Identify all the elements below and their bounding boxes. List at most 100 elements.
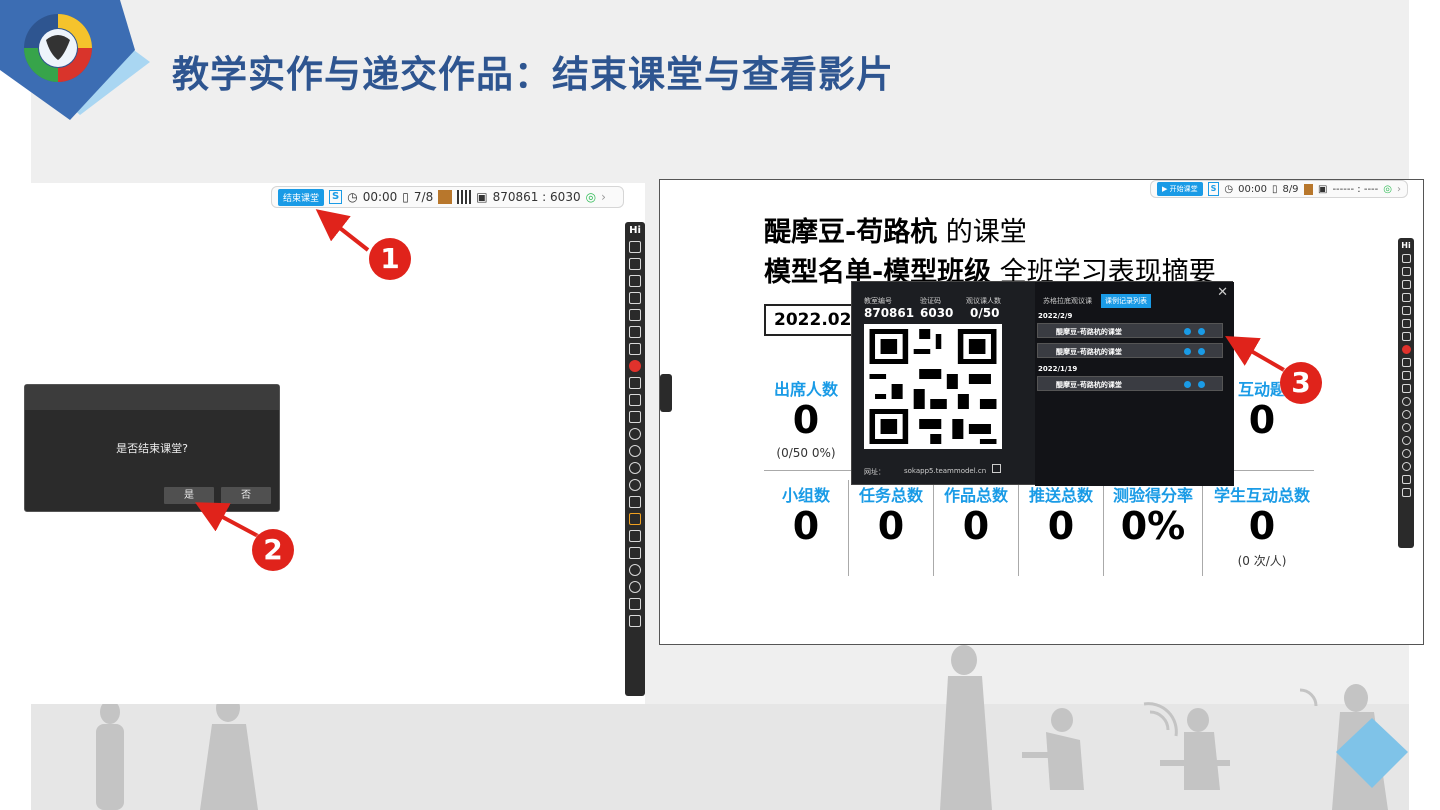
pointer-icon[interactable] xyxy=(1401,254,1411,263)
step-badge-1: 1 xyxy=(369,238,411,280)
copy-icon[interactable] xyxy=(992,464,1001,473)
side-toolbar: Hi xyxy=(1398,238,1414,548)
fill-icon[interactable] xyxy=(629,343,641,355)
screenshot-icon[interactable] xyxy=(629,377,641,389)
s-logo-icon[interactable]: S xyxy=(1207,182,1220,196)
no-button[interactable]: 否 xyxy=(221,487,271,504)
clock-icon: ◷ xyxy=(347,190,358,204)
search-icon[interactable] xyxy=(1401,436,1411,445)
url-label: 网址： xyxy=(864,468,885,476)
shape-icon[interactable] xyxy=(1401,267,1411,276)
trash-icon[interactable] xyxy=(1401,384,1411,393)
check-icon xyxy=(1184,328,1191,335)
student-interaction-sub: (0 次/人) xyxy=(1237,554,1287,568)
tab-records[interactable]: 课例记录列表 xyxy=(1101,294,1151,308)
user-icon[interactable] xyxy=(1401,449,1411,458)
image-icon[interactable] xyxy=(1401,475,1411,484)
chevron-down-icon[interactable] xyxy=(629,462,641,474)
slide-title: 教学实作与递交作品：结束课堂与查看影片 xyxy=(172,53,894,96)
s-logo-icon[interactable]: S xyxy=(329,190,343,204)
chevron-down-icon[interactable] xyxy=(1401,423,1411,432)
upload-icon[interactable] xyxy=(629,496,641,508)
eraser-icon[interactable] xyxy=(629,326,641,338)
url-text: sokapp5.teammodel.cn xyxy=(904,467,987,475)
attendance-value: 0 xyxy=(792,398,820,442)
palette-icon[interactable] xyxy=(1401,345,1411,354)
user-icon[interactable] xyxy=(629,564,641,576)
classroom-info-popup: 教室编号 870861 验证码 6030 观议课人数 0/50 网址： soka… xyxy=(851,281,1234,486)
chevron-up-icon[interactable] xyxy=(1401,397,1411,406)
page-count: 8/9 xyxy=(1282,183,1299,195)
group-label: 小组数 xyxy=(781,486,830,505)
avatar-icon[interactable] xyxy=(438,190,453,204)
hi-logo[interactable]: Hi xyxy=(1401,241,1410,250)
work-label: 作品总数 xyxy=(943,486,1008,505)
timer-icon[interactable] xyxy=(1401,462,1411,471)
brand-logo xyxy=(0,0,150,120)
close-icon[interactable]: ✕ xyxy=(1217,285,1228,300)
eraser-icon[interactable] xyxy=(1401,319,1411,328)
chevron-up-icon[interactable] xyxy=(629,428,641,440)
dialog-header xyxy=(25,385,279,410)
classroom-no-label: 教室编号 xyxy=(864,297,892,305)
trash-icon[interactable] xyxy=(629,411,641,423)
end-class-button[interactable]: 结束课堂 xyxy=(278,188,325,206)
marker-icon[interactable] xyxy=(629,292,641,304)
page-icon: ▯ xyxy=(402,190,409,204)
image-icon[interactable] xyxy=(629,598,641,610)
classroom-toolbar: ▶ 开始课堂 S ◷ 00:00 ▯ 8/9 ▣ ------ : ---- ◎… xyxy=(1150,180,1408,198)
qr-icon[interactable] xyxy=(457,190,472,204)
check-icon xyxy=(1198,348,1205,355)
record-row[interactable]: 醍摩豆-苟路杭的课堂 xyxy=(1037,376,1223,391)
text-icon[interactable] xyxy=(629,309,641,321)
chevron-right-icon[interactable]: › xyxy=(1397,184,1401,195)
record-row[interactable]: 醍摩豆-苟路杭的课堂 xyxy=(1037,343,1223,358)
yes-button[interactable]: 是 xyxy=(164,487,214,504)
attendance-sub: (0/50 0%) xyxy=(776,446,836,460)
check-icon xyxy=(1198,381,1205,388)
pointer-icon[interactable] xyxy=(629,241,641,253)
pencil-icon[interactable] xyxy=(629,513,641,525)
date-box: 2022.02.0 xyxy=(764,304,864,336)
id-card-icon: ▣ xyxy=(476,190,488,204)
class-heading: 醍摩豆-苟路杭 的课堂 xyxy=(764,217,1027,248)
verify-code: 6030 xyxy=(920,306,954,320)
pen-icon[interactable] xyxy=(1401,280,1411,289)
timer-text: 00:00 xyxy=(362,190,398,204)
divider-line xyxy=(933,480,934,576)
task-label: 任务总数 xyxy=(858,486,923,505)
page-count: 7/8 xyxy=(413,190,434,204)
record-date: 2022/1/19 xyxy=(1038,365,1078,373)
side-toolbar: Hi xyxy=(625,222,645,696)
text-icon[interactable] xyxy=(1401,306,1411,315)
screenshot-icon[interactable] xyxy=(1401,358,1411,367)
plus-icon[interactable] xyxy=(629,445,641,457)
exit-icon[interactable] xyxy=(1401,488,1411,497)
plus-icon[interactable] xyxy=(1401,410,1411,419)
left-mini-toolbar[interactable] xyxy=(660,374,672,412)
hi-logo[interactable]: Hi xyxy=(629,225,641,236)
grid-icon[interactable] xyxy=(629,530,641,542)
list-icon[interactable] xyxy=(629,547,641,559)
clear-icon[interactable] xyxy=(1401,371,1411,380)
marker-icon[interactable] xyxy=(1401,293,1411,302)
exit-icon[interactable] xyxy=(629,615,641,627)
task-value: 0 xyxy=(877,504,905,548)
tab-observe[interactable]: 苏格拉底观议课 xyxy=(1039,294,1096,308)
chevron-right-icon[interactable]: › xyxy=(601,190,606,204)
push-value: 0 xyxy=(1047,504,1075,548)
search-icon[interactable] xyxy=(629,479,641,491)
shape-icon[interactable] xyxy=(629,258,641,270)
classroom-no: 870861 xyxy=(864,306,915,320)
record-row[interactable]: 醍摩豆-苟路杭的课堂 xyxy=(1037,323,1223,338)
timer-icon[interactable] xyxy=(629,581,641,593)
palette-icon[interactable] xyxy=(629,360,641,372)
fill-icon[interactable] xyxy=(1401,332,1411,341)
pen-icon[interactable] xyxy=(629,275,641,287)
avatar-icon[interactable] xyxy=(1303,183,1313,195)
clear-icon[interactable] xyxy=(629,394,641,406)
dialog-message: 是否结束课堂? xyxy=(116,442,188,455)
divider-line xyxy=(1018,480,1019,576)
interaction-label: 互动题 xyxy=(1238,380,1287,399)
start-class-button[interactable]: ▶ 开始课堂 xyxy=(1157,182,1203,196)
